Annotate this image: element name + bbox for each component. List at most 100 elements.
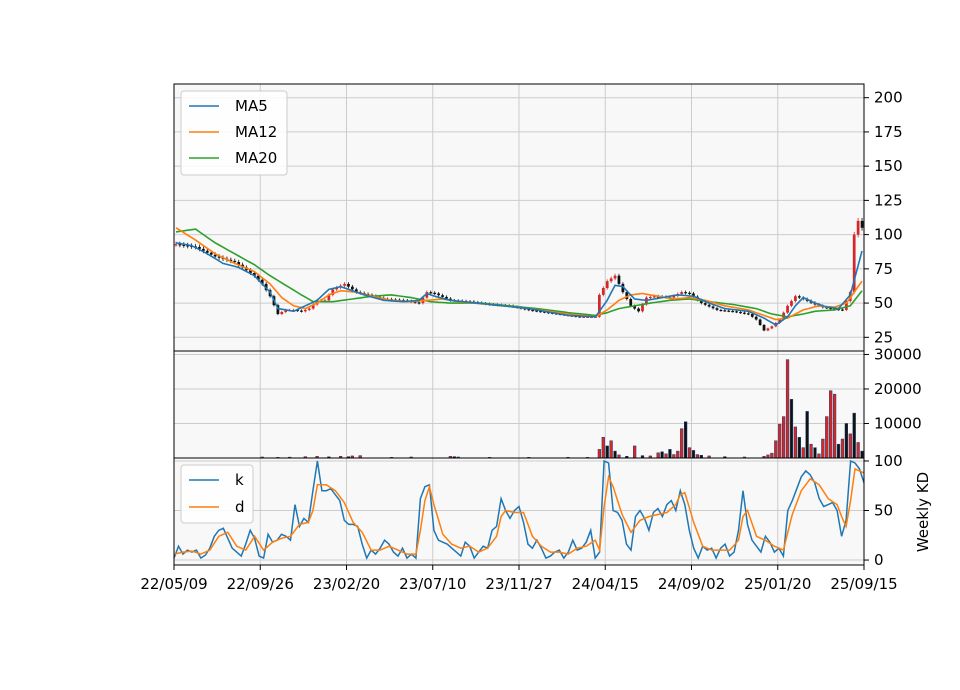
candle-body xyxy=(303,309,307,312)
price-tick-label: 25 xyxy=(874,328,893,346)
candle-body xyxy=(433,292,437,295)
candle-body xyxy=(351,286,354,290)
volume-bar xyxy=(860,450,864,459)
candle-body xyxy=(209,252,213,255)
volume-bar xyxy=(836,443,841,459)
kd-legend: k d xyxy=(180,464,254,524)
candle-body xyxy=(746,313,750,315)
candle-body xyxy=(727,310,731,312)
volume-bar xyxy=(613,450,617,459)
volume-bar xyxy=(597,449,601,459)
volume-bar xyxy=(829,390,833,459)
volume-bar xyxy=(664,453,668,459)
candle-body xyxy=(637,308,640,312)
candle-body xyxy=(794,296,797,302)
volume-bar xyxy=(793,426,798,459)
candle-body xyxy=(743,312,746,314)
candle-body xyxy=(601,288,605,295)
volume-bar xyxy=(825,416,829,459)
volume-bar xyxy=(821,438,825,459)
price-tick-label: 125 xyxy=(874,191,903,209)
legend-ma12-label: MA12 xyxy=(235,123,277,141)
x-tick-label: 25/01/20 xyxy=(744,575,811,593)
volume-bar xyxy=(633,445,637,459)
candle-body xyxy=(770,326,774,329)
candle-body xyxy=(684,292,687,294)
legend-ma5-label: MA5 xyxy=(235,97,268,115)
volume-bar xyxy=(852,412,856,459)
kd-tick-label: 0 xyxy=(874,551,884,569)
volume-bar xyxy=(832,393,837,459)
candle-body xyxy=(723,310,727,312)
candle-body xyxy=(856,220,860,235)
candle-body xyxy=(629,298,633,306)
candle-body xyxy=(703,303,707,305)
legend-d-label: d xyxy=(235,498,245,516)
candle-body xyxy=(754,316,758,320)
candle-body xyxy=(609,278,613,282)
candle-body xyxy=(429,292,433,294)
legend-ma20-label: MA20 xyxy=(235,149,277,167)
candle-body xyxy=(417,302,421,304)
volume-bar xyxy=(672,454,676,459)
candle-body xyxy=(762,324,766,331)
volume-bar xyxy=(668,449,672,459)
candle-body xyxy=(707,304,711,307)
candle-body xyxy=(766,328,770,331)
volume-bar xyxy=(609,440,613,459)
legend-k-label: k xyxy=(235,471,244,489)
volume-bar xyxy=(848,433,852,459)
x-tick-label: 23/02/20 xyxy=(313,575,380,593)
volume-tick-label: 30000 xyxy=(874,345,922,363)
volume-bar xyxy=(797,437,801,459)
price-tick-label: 150 xyxy=(874,157,903,175)
candle-body xyxy=(860,220,864,228)
volume-bar xyxy=(785,359,790,459)
volume-bar xyxy=(660,451,664,459)
price-tick-label: 200 xyxy=(874,89,903,107)
kd-tick-label: 100 xyxy=(874,452,903,470)
candle-body xyxy=(613,275,617,279)
volume-bar xyxy=(789,399,794,459)
candle-body xyxy=(715,308,719,310)
candle-body xyxy=(307,308,311,310)
volume-bar xyxy=(695,454,700,459)
volume-bar xyxy=(601,437,605,459)
candle-body xyxy=(605,281,609,289)
price-tick-label: 75 xyxy=(874,260,893,278)
candle-body xyxy=(841,309,844,311)
candle-body xyxy=(719,309,723,312)
volume-bar xyxy=(809,443,813,459)
candle-body xyxy=(648,296,652,299)
candle-body xyxy=(731,310,735,313)
candle-body xyxy=(711,306,715,309)
volume-bar xyxy=(691,450,696,459)
volume-bar xyxy=(656,452,660,459)
price-legend: MA5 MA12 MA20 xyxy=(180,90,288,176)
volume-bar xyxy=(840,438,845,459)
candle-body xyxy=(437,293,441,296)
candle-body xyxy=(680,292,684,294)
candle-body xyxy=(343,283,346,286)
x-tick-label: 22/09/26 xyxy=(227,575,294,593)
candle-body xyxy=(233,260,237,263)
candle-body xyxy=(280,311,284,315)
volume-bar xyxy=(770,452,774,459)
volume-tick-label: 10000 xyxy=(874,414,922,432)
volume-bar xyxy=(778,423,782,459)
volume-bar xyxy=(687,447,692,459)
volume-bar xyxy=(813,447,817,459)
candle-body xyxy=(758,319,762,325)
kd-tick-label: 50 xyxy=(874,502,893,520)
stock-chart: 22/05/09 22/09/26 23/02/20 23/07/10 23/11/27… xyxy=(140,83,932,593)
volume-bar xyxy=(680,428,684,459)
candle-body xyxy=(617,275,621,284)
volume-bar xyxy=(856,442,860,459)
candle-body xyxy=(786,305,789,313)
volume-bar xyxy=(676,450,680,459)
volume-bar xyxy=(805,411,809,459)
volume-bar xyxy=(774,440,778,459)
candle-body xyxy=(750,314,754,317)
x-tick-label: 22/05/09 xyxy=(140,575,207,593)
candle-body xyxy=(174,244,178,246)
